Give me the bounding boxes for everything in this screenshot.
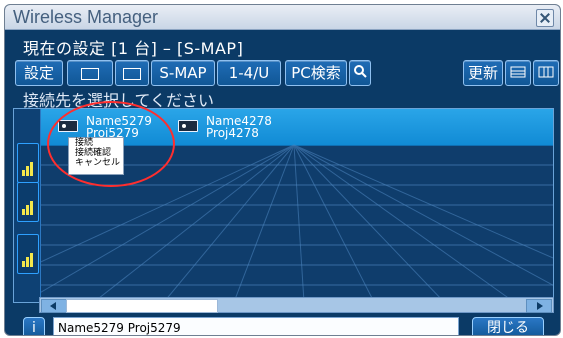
smap-button[interactable]: S-MAP [151, 60, 215, 86]
menu-item-connect[interactable]: 接続 [69, 138, 123, 148]
refresh-button[interactable]: 更新 [463, 60, 503, 86]
signal-strength-icon [17, 234, 39, 274]
close-button[interactable]: 閉じる [472, 317, 544, 336]
projector-id: Proj4278 [206, 126, 259, 140]
settings-button[interactable]: 設定 [15, 60, 63, 86]
signal-strength-icon [17, 182, 39, 222]
scroll-right-button[interactable] [526, 299, 552, 313]
list-view-button[interactable] [505, 60, 531, 86]
signal-column [14, 109, 41, 302]
grid-view-icon [538, 66, 554, 78]
grid-view-button[interactable] [533, 60, 559, 86]
info-icon: i [32, 320, 36, 336]
pc-search-button[interactable]: PC検索 [285, 60, 347, 86]
window-title: Wireless Manager [13, 7, 159, 27]
mode-button[interactable]: 1-4/U [217, 60, 281, 86]
mode-label: 1-4/U [228, 64, 270, 82]
refresh-label: 更新 [467, 64, 498, 82]
scroll-left-button[interactable] [41, 299, 67, 313]
selected-info: Name5279 Proj5279 [53, 317, 459, 335]
settings-label: 設定 [23, 64, 54, 82]
pc-search-label: PC検索 [291, 64, 341, 82]
smap-label: S-MAP [159, 64, 207, 82]
projector-view-button[interactable] [67, 60, 113, 86]
horizontal-scrollbar[interactable] [39, 297, 554, 313]
signal-strength-icon [17, 143, 39, 183]
list-view-icon [510, 66, 526, 78]
menu-item-check-connection[interactable]: 接続確認 [69, 148, 123, 158]
close-button-label: 閉じる [487, 320, 529, 336]
status-text: 現在の設定 [1 台] – [S-MAP] [23, 39, 244, 58]
search-icon [354, 65, 367, 78]
scroll-thumb[interactable] [66, 299, 218, 313]
network-icon [123, 67, 141, 80]
projector-icon [81, 67, 99, 80]
projector-labels: Name4278 Proj4278 [206, 115, 272, 139]
context-menu: 接続 接続確認 キャンセル [68, 137, 124, 175]
search-button[interactable] [349, 60, 371, 86]
network-view-button[interactable] [115, 60, 149, 86]
menu-item-cancel[interactable]: キャンセル [69, 158, 123, 168]
close-window-icon[interactable] [536, 9, 554, 27]
projector-icon [178, 120, 198, 132]
projector-item[interactable]: Name4278 Proj4278 [178, 115, 298, 143]
wireless-manager-window: Wireless Manager 現在の設定 [1 台] – [S-MAP] 設… [4, 4, 561, 336]
info-button[interactable]: i [23, 317, 45, 336]
footer: i Name5279 Proj5279 閉じる [13, 317, 552, 336]
title-bar: Wireless Manager [5, 5, 560, 30]
